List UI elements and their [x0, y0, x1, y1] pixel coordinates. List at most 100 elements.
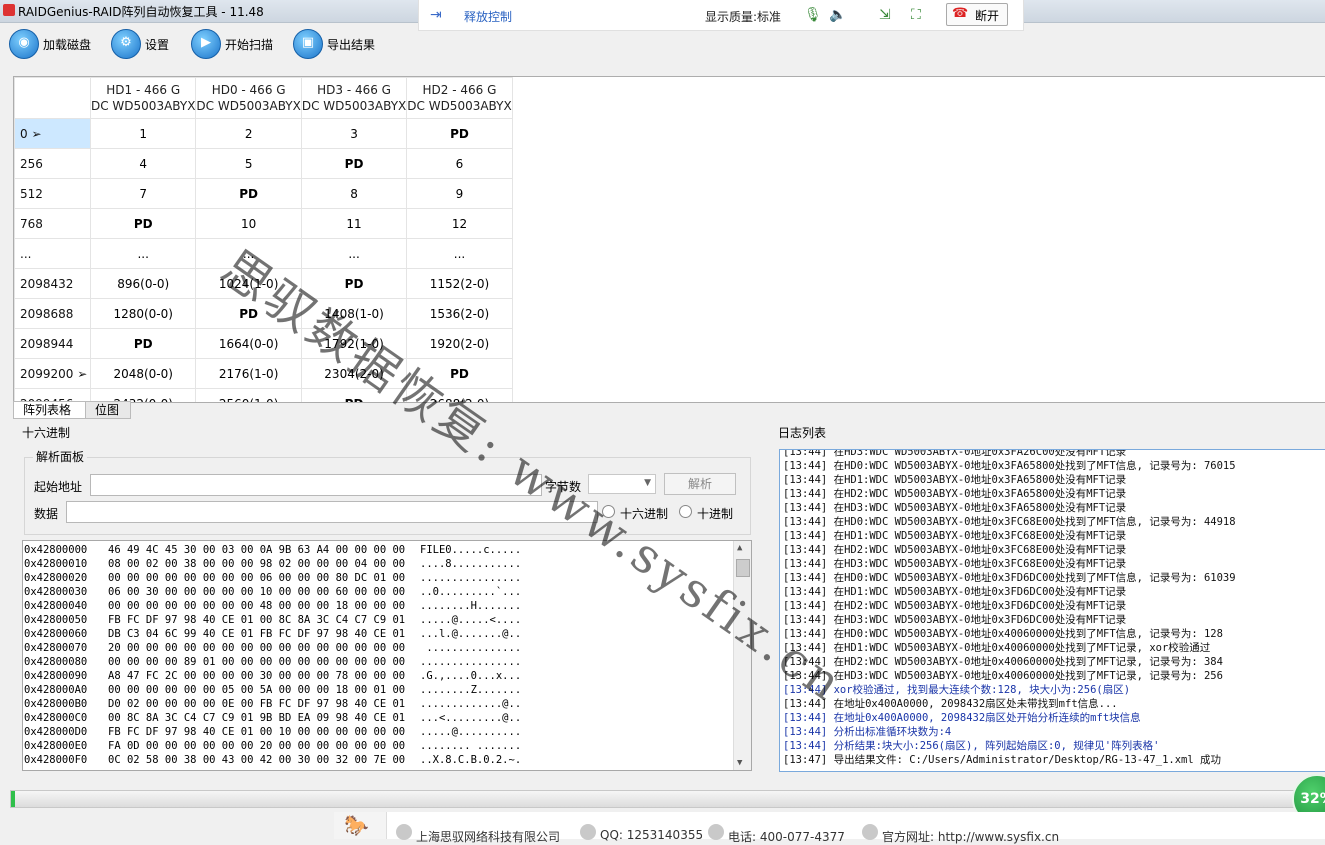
display-quality-label[interactable]: 显示质量:标准	[705, 8, 781, 25]
grid-row[interactable]: 2099200 ➢ 2048(0-0) 2176(1-0) 2304(2-0) PD	[14, 358, 513, 389]
grid-cell[interactable]: 1	[89, 118, 197, 149]
hex-ascii: ........H.......	[420, 600, 522, 612]
array-grid-panel: HD1 - 466 G DC WD5003ABYX HD0 - 466 G DC W…	[13, 76, 1325, 403]
grid-cell[interactable]: 2304(2-0)	[300, 358, 408, 389]
grid-cell[interactable]: ...	[89, 238, 197, 269]
grid-row[interactable]: ...............	[14, 238, 513, 269]
byte-count-select[interactable]: ▼	[588, 474, 656, 494]
row-sector-header[interactable]: ...	[14, 238, 91, 269]
grid-cell[interactable]: 1024(1-0)	[195, 268, 302, 299]
grid-cell[interactable]: 1792(1-0)	[300, 328, 408, 359]
grid-cell[interactable]: PD	[89, 328, 197, 359]
grid-cell[interactable]: 11	[300, 208, 408, 239]
settings-button[interactable]: ⚙ 设置	[111, 29, 177, 59]
column-header-hd0[interactable]: HD0 - 466 G DC WD5003ABYX	[195, 77, 302, 119]
grid-cell[interactable]: 2688(2-0)	[406, 388, 513, 402]
data-input[interactable]	[66, 501, 598, 523]
log-line: [13:44] 在地址0x400A0000, 2098432扇区处未带找到mft…	[783, 698, 1118, 710]
grid-cell[interactable]: PD	[406, 118, 513, 149]
grid-cell[interactable]: 896(0-0)	[89, 268, 197, 299]
grid-cell[interactable]: 8	[300, 178, 408, 209]
hex-ascii: ........ .......	[420, 740, 522, 752]
fullscreen-icon[interactable]: ⛶	[911, 7, 921, 23]
disconnect-button[interactable]: ☎ 断开	[946, 3, 1008, 26]
grid-cell[interactable]: PD	[195, 298, 302, 329]
grid-row[interactable]: 2098432 896(0-0) 1024(1-0) PD 1152(2-0)	[14, 268, 513, 299]
scroll-up-icon[interactable]: ▲	[737, 543, 742, 553]
grid-cell[interactable]: 3	[300, 118, 408, 149]
grid-cell[interactable]: 2	[195, 118, 302, 149]
grid-cell[interactable]: PD	[195, 178, 302, 209]
row-sector-header[interactable]: 0 ➢	[14, 118, 91, 149]
start-scan-label: 开始扫描	[225, 38, 274, 52]
grid-cell[interactable]: PD	[300, 148, 408, 179]
radio-decimal-label: 十进制	[697, 507, 734, 521]
grid-cell[interactable]: 9	[406, 178, 513, 209]
grid-cell[interactable]: 1280(0-0)	[89, 298, 197, 329]
log-view[interactable]: [13:44] 在HD3:WDC WD5003ABYX-0地址0x3FA26C0…	[779, 449, 1325, 772]
grid-cell[interactable]: 1536(2-0)	[406, 298, 513, 329]
start-scan-button[interactable]: ▶ 开始扫描	[191, 29, 281, 59]
grid-cell[interactable]: 7	[89, 178, 197, 209]
grid-row[interactable]: 512 7 PD 8 9	[14, 178, 513, 209]
release-control-icon[interactable]: ⇥	[430, 7, 442, 23]
parse-button[interactable]: 解析	[664, 473, 736, 495]
grid-cell[interactable]: ...	[300, 238, 408, 269]
column-header-hd2[interactable]: HD2 - 466 G DC WD5003ABYX	[406, 77, 513, 119]
volume-icon[interactable]: 🔈	[829, 7, 846, 23]
tab-array-table[interactable]: 阵列表格	[13, 401, 91, 419]
log-line: [13:44] 在HD2:WDC WD5003ABYX-0地址0x3FC68E0…	[783, 544, 1127, 556]
grid-cell[interactable]: 1920(2-0)	[406, 328, 513, 359]
hex-view[interactable]: 0x42800000 46 49 4C 45 30 00 03 00 0A 9B …	[22, 540, 752, 771]
grid-cell[interactable]: 5	[195, 148, 302, 179]
grid-cell[interactable]: 2560(1-0)	[195, 388, 302, 402]
hex-address: 0x42800040	[24, 600, 88, 612]
grid-cell[interactable]: ...	[406, 238, 513, 269]
grid-cell[interactable]: 12	[406, 208, 513, 239]
radio-hex[interactable]	[602, 505, 615, 518]
tab-bitmap[interactable]: 位图	[85, 401, 131, 419]
grid-cell[interactable]: 2176(1-0)	[195, 358, 302, 389]
grid-cell[interactable]: ...	[195, 238, 302, 269]
grid-row[interactable]: 2098944 PD 1664(0-0) 1792(1-0) 1920(2-0)	[14, 328, 513, 359]
grid-row[interactable]: 0 ➢ 1 2 3 PD	[14, 118, 513, 149]
grid-row[interactable]: 256 4 5 PD 6	[14, 148, 513, 179]
grid-row[interactable]: 2098688 1280(0-0) PD 1408(1-0) 1536(2-0)	[14, 298, 513, 329]
scroll-down-icon[interactable]: ▼	[737, 758, 742, 768]
release-control-button[interactable]: 释放控制	[464, 8, 512, 25]
grid-row[interactable]: 768 PD 10 11 12	[14, 208, 513, 239]
grid-cell[interactable]: 1408(1-0)	[300, 298, 408, 329]
radio-decimal[interactable]	[679, 505, 692, 518]
column-header-hd3[interactable]: HD3 - 466 G DC WD5003ABYX	[300, 77, 408, 119]
microphone-icon[interactable]: 🎙	[804, 7, 822, 23]
row-sector-header[interactable]: 2098944	[14, 328, 91, 359]
export-results-button[interactable]: ▣ 导出结果	[293, 29, 383, 59]
row-sector-header[interactable]: 256	[14, 148, 91, 179]
hex-scrollbar[interactable]: ▲ ▼	[733, 541, 751, 770]
grid-cell[interactable]: 1664(0-0)	[195, 328, 302, 359]
row-sector-header[interactable]: 768	[14, 208, 91, 239]
scroll-thumb[interactable]	[736, 559, 750, 577]
row-sector-header[interactable]: 2098432	[14, 268, 91, 299]
grid-cell[interactable]: PD	[89, 208, 197, 239]
grid-cell[interactable]: PD	[406, 358, 513, 389]
export-icon[interactable]: ⇲	[879, 7, 891, 23]
grid-cell[interactable]: 1152(2-0)	[406, 268, 513, 299]
start-address-input[interactable]	[90, 474, 542, 496]
grid-cell[interactable]: 2048(0-0)	[89, 358, 197, 389]
hex-address: 0x42800050	[24, 614, 88, 626]
hex-address: 0x42800070	[24, 642, 88, 654]
grid-cell[interactable]: 10	[195, 208, 302, 239]
row-sector-header[interactable]: 2099200 ➢	[14, 358, 91, 389]
grid-cell[interactable]: PD	[300, 388, 408, 402]
row-sector-header[interactable]: 2098688	[14, 298, 91, 329]
column-header-hd1[interactable]: HD1 - 466 G DC WD5003ABYX	[89, 77, 197, 119]
row-sector-header[interactable]: 512	[14, 178, 91, 209]
play-icon: ▶	[191, 29, 221, 59]
grid-cell[interactable]: 6	[406, 148, 513, 179]
grid-cell[interactable]: PD	[300, 268, 408, 299]
log-line: [13:44] 在HD3:WDC WD5003ABYX-0地址0x3FA6580…	[783, 502, 1127, 514]
website-link[interactable]: 官方网址: http://www.sysfix.cn	[882, 828, 1059, 845]
grid-cell[interactable]: 4	[89, 148, 197, 179]
load-disk-button[interactable]: ◉ 加载磁盘	[9, 29, 99, 59]
